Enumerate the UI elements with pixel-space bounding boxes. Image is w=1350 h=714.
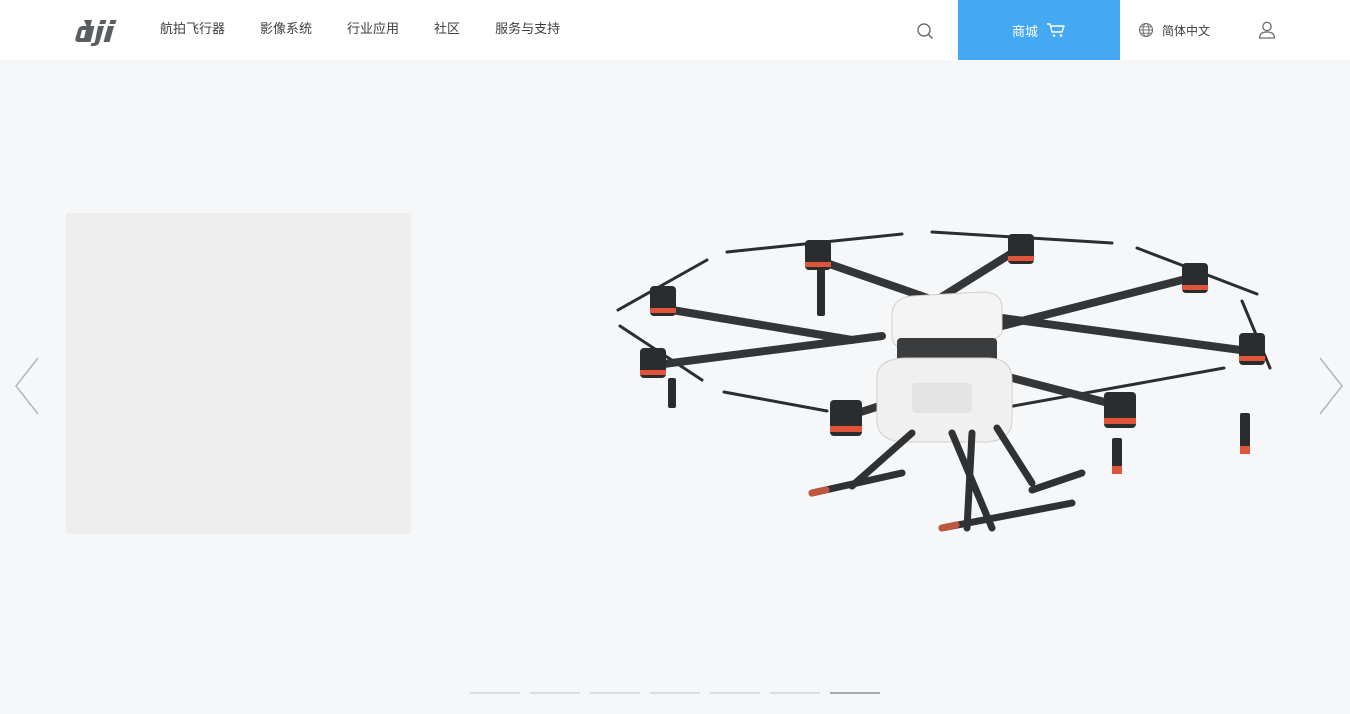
next-slide-arrow[interactable] [1316,354,1346,418]
nav-item-service-support[interactable]: 服务与支持 [495,0,560,60]
site-header: 航拍飞行器 影像系统 行业应用 社区 服务与支持 商城 简体中文 [0,0,1350,60]
search-icon[interactable] [914,20,936,42]
image-placeholder [66,213,411,534]
nav-item-industry-applications[interactable]: 行业应用 [347,0,399,60]
carousel-dot-7[interactable] [830,692,880,694]
carousel-dot-5[interactable] [710,692,760,694]
globe-icon [1138,22,1154,38]
carousel-dot-6[interactable] [770,692,820,694]
nav-item-imaging-systems[interactable]: 影像系统 [260,0,312,60]
previous-slide-arrow[interactable] [12,354,42,418]
cart-icon [1047,23,1065,37]
user-icon[interactable] [1256,19,1278,41]
carousel-dot-3[interactable] [590,692,640,694]
carousel-dot-1[interactable] [470,692,520,694]
carousel-indicators [470,692,890,694]
store-label: 商城 [1011,24,1038,40]
drone-image [616,230,1272,532]
language-label: 简体中文 [1162,23,1211,38]
main-nav: 航拍飞行器 影像系统 行业应用 社区 服务与支持 [160,0,595,60]
nav-item-community[interactable]: 社区 [434,0,460,60]
store-button[interactable]: 商城 [958,0,1120,60]
language-selector[interactable]: 简体中文 [1138,0,1210,60]
carousel-dot-2[interactable] [530,692,580,694]
carousel-dot-4[interactable] [650,692,700,694]
nav-item-aerial-drones[interactable]: 航拍飞行器 [160,0,225,60]
hero-carousel [0,60,1350,714]
dji-logo[interactable] [74,14,126,46]
